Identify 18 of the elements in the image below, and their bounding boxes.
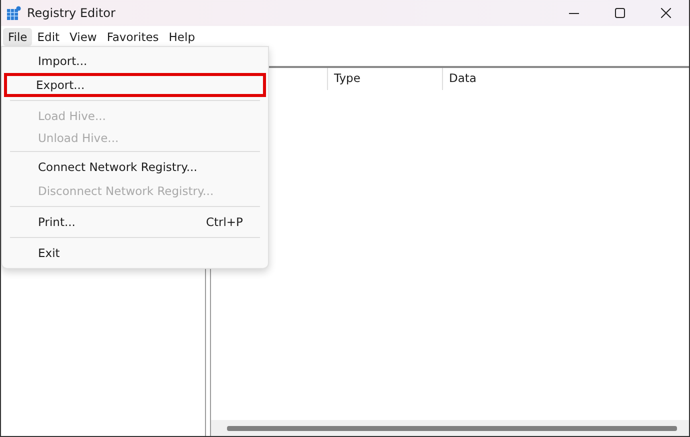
horizontal-scrollbar[interactable] <box>211 420 689 436</box>
menu-entry[interactable]: Print... Ctrl+P <box>5 210 265 234</box>
menu-item[interactable]: Edit <box>32 28 65 46</box>
menu-entry[interactable]: Connect Network Registry... <box>5 155 265 179</box>
window-title: Registry Editor <box>27 6 116 20</box>
scrollbar-thumb[interactable] <box>227 426 677 430</box>
column-header[interactable]: Type <box>327 68 442 90</box>
menu-entry[interactable]: Exit <box>5 241 265 265</box>
menu-entry[interactable]: Import... <box>5 49 265 73</box>
menu-item[interactable]: Help <box>164 28 200 46</box>
app-icon <box>7 6 21 20</box>
menu-item[interactable]: Favorites <box>102 28 164 46</box>
column-header[interactable]: Data <box>442 68 482 90</box>
maximize-icon <box>615 8 625 18</box>
menu-item[interactable]: File <box>3 28 32 46</box>
menu-item[interactable]: View <box>64 28 102 46</box>
close-icon <box>661 8 671 18</box>
menu-entry[interactable]: Export... <box>4 73 266 97</box>
